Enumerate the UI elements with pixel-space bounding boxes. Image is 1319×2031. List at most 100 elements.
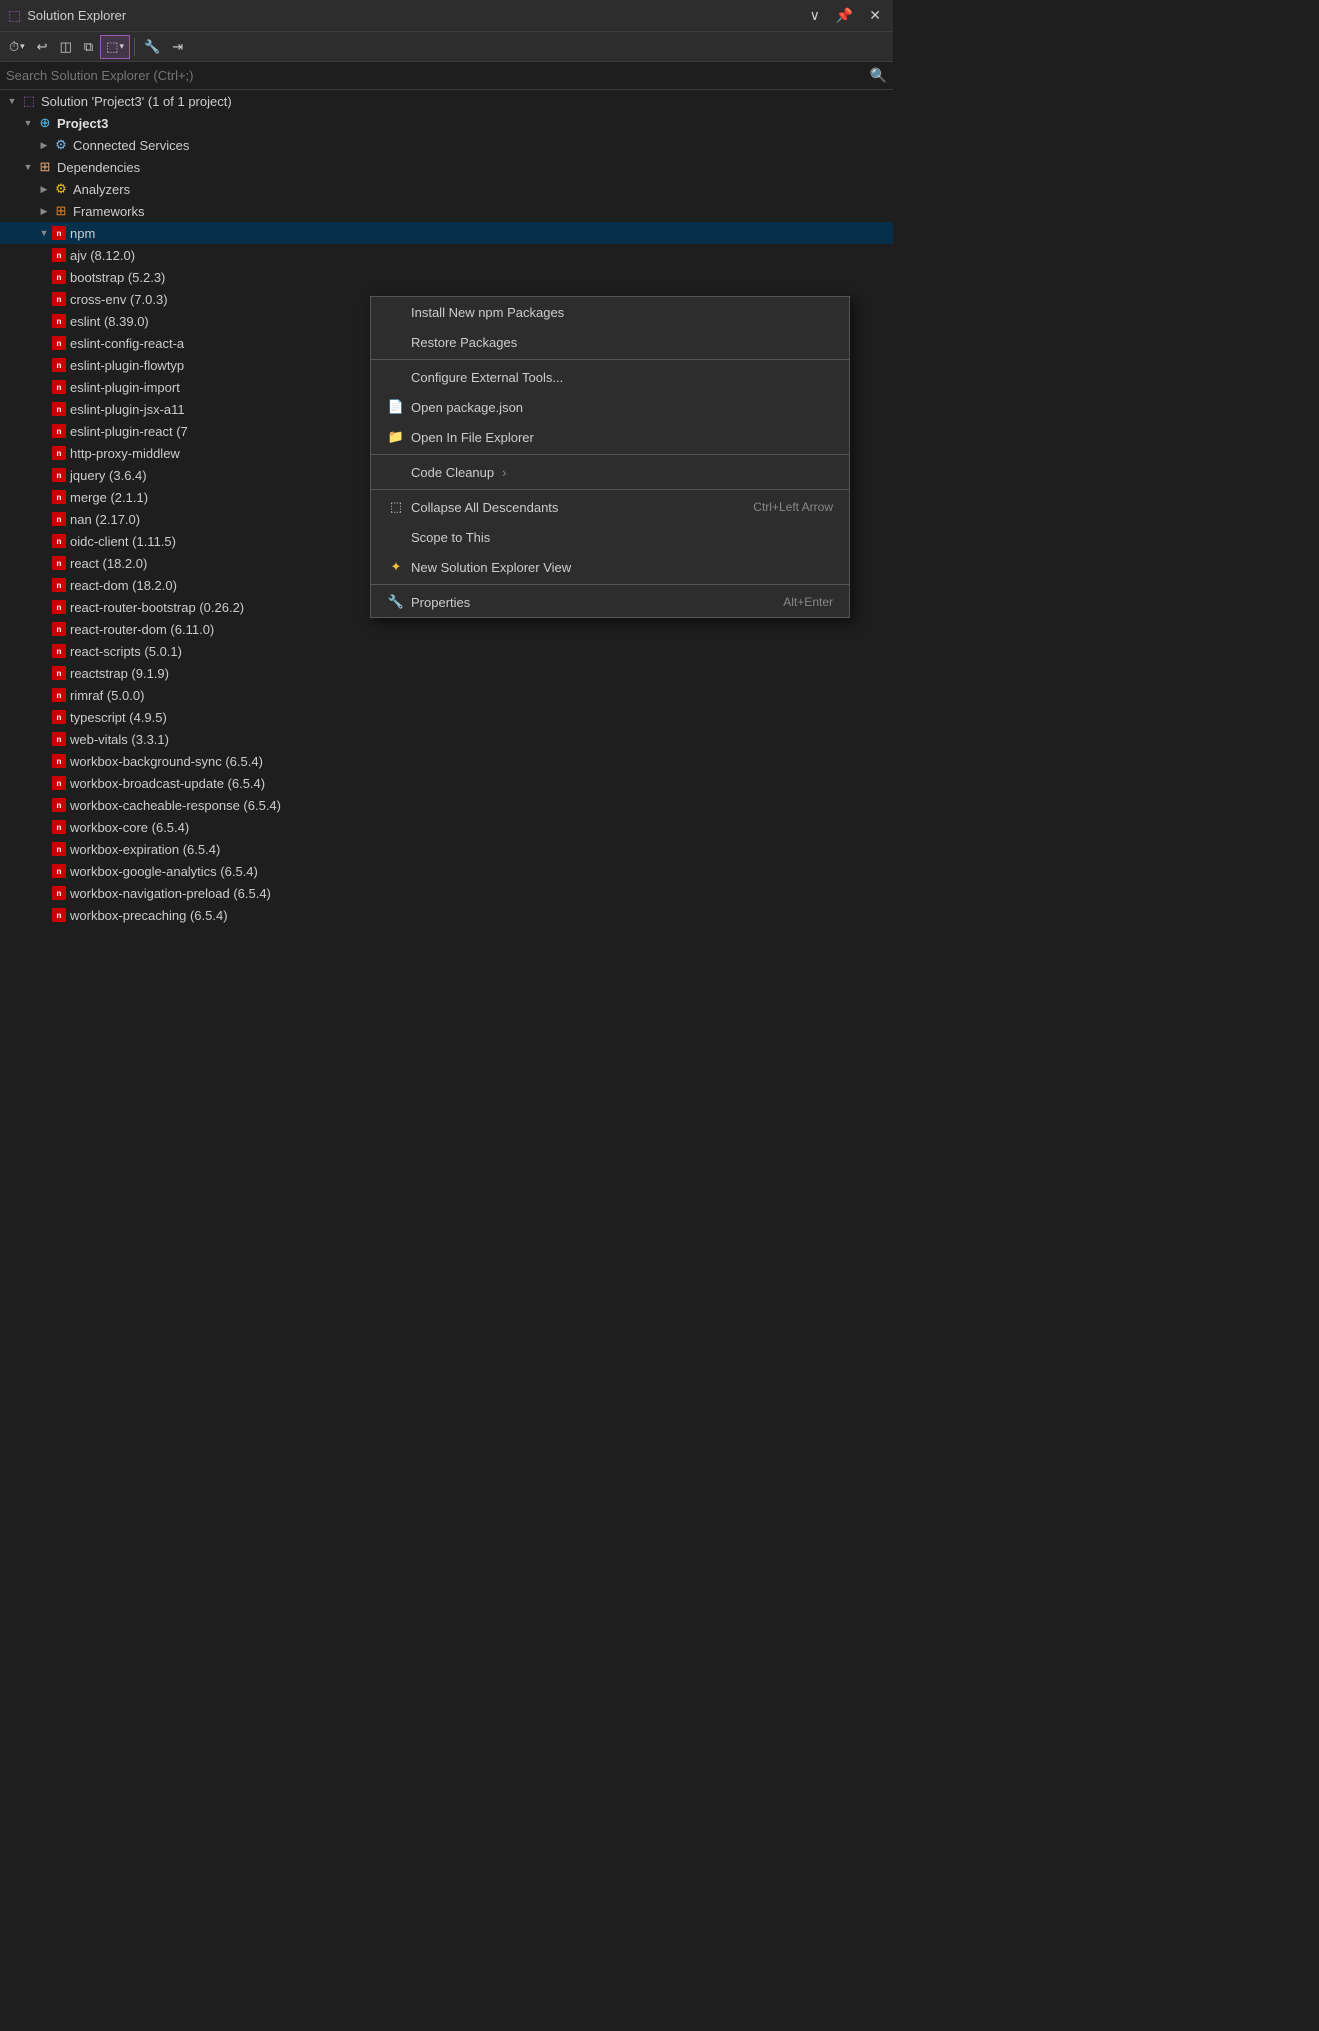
tree-area[interactable]: ▼ ⬚ Solution 'Project3' (1 of 1 project)… xyxy=(0,90,893,1370)
ctx-item-open-file-explorer[interactable]: 📁 Open In File Explorer xyxy=(371,422,849,452)
pkg-icon: n xyxy=(52,600,66,614)
package-item[interactable]: n workbox-cacheable-response (6.5.4) xyxy=(0,794,893,816)
ctx-item-open-package-json[interactable]: 📄 Open package.json xyxy=(371,392,849,422)
ctx-shortcut: Alt+Enter xyxy=(783,595,833,609)
package-item[interactable]: n workbox-broadcast-update (6.5.4) xyxy=(0,772,893,794)
search-input[interactable] xyxy=(6,68,870,83)
package-item[interactable]: n workbox-core (6.5.4) xyxy=(0,816,893,838)
search-button[interactable]: 🔍 xyxy=(870,67,887,84)
solution-item[interactable]: ▼ ⬚ Solution 'Project3' (1 of 1 project) xyxy=(0,90,893,112)
package-item[interactable]: n workbox-background-sync (6.5.4) xyxy=(0,750,893,772)
project-item[interactable]: ▼ ⊕ Project3 xyxy=(0,112,893,134)
pkg-label: eslint-plugin-import xyxy=(70,380,180,395)
ctx-label: Install New npm Packages xyxy=(411,305,564,320)
collapse-icon: ⬚ xyxy=(387,499,405,515)
back-btn[interactable]: ↩ xyxy=(32,35,53,59)
ctx-item-new-solution-explorer[interactable]: ✦ New Solution Explorer View xyxy=(371,552,849,582)
new-view-btn[interactable]: ⧉ xyxy=(79,35,98,59)
pkg-label: eslint-plugin-jsx-a11 xyxy=(70,402,185,417)
pkg-label: jquery (3.6.4) xyxy=(70,468,147,483)
pkg-icon: n xyxy=(52,864,66,878)
package-item[interactable]: n workbox-google-analytics (6.5.4) xyxy=(0,860,893,882)
ctx-separator xyxy=(371,359,849,360)
project-label: Project3 xyxy=(57,116,108,131)
back-icon: ↩ xyxy=(37,39,48,55)
pkg-label: eslint-config-react-a xyxy=(70,336,184,351)
package-item[interactable]: n workbox-navigation-preload (6.5.4) xyxy=(0,882,893,904)
package-item[interactable]: n workbox-expiration (6.5.4) xyxy=(0,838,893,860)
package-item[interactable]: n workbox-precaching (6.5.4) xyxy=(0,904,893,926)
ctx-item-properties[interactable]: 🔧 Properties Alt+Enter xyxy=(371,587,849,617)
pkg-label: workbox-core (6.5.4) xyxy=(70,820,189,835)
toolbar-separator-1 xyxy=(134,38,135,56)
pkg-label: workbox-expiration (6.5.4) xyxy=(70,842,220,857)
pkg-icon: n xyxy=(52,336,66,350)
pkg-label: workbox-navigation-preload (6.5.4) xyxy=(70,886,271,901)
pkg-icon: n xyxy=(52,512,66,526)
chevron-down-btn[interactable]: ∨ xyxy=(806,5,824,26)
connected-services-label: Connected Services xyxy=(73,138,189,153)
package-item[interactable]: n web-vitals (3.3.1) xyxy=(0,728,893,750)
ctx-shortcut: Ctrl+Left Arrow xyxy=(753,500,833,514)
pkg-icon: n xyxy=(52,666,66,680)
ctx-item-install-npm[interactable]: Install New npm Packages xyxy=(371,297,849,327)
collapse-btn[interactable]: ◫ xyxy=(55,35,77,59)
pkg-label: workbox-precaching (6.5.4) xyxy=(70,908,228,923)
pkg-label: bootstrap (5.2.3) xyxy=(70,270,165,285)
npm-label: npm xyxy=(70,226,95,241)
pkg-icon: n xyxy=(52,490,66,504)
pkg-icon: n xyxy=(52,776,66,790)
pkg-icon: n xyxy=(52,380,66,394)
connected-icon: ⚙ xyxy=(52,136,70,154)
ctx-submenu-arrow: › xyxy=(502,465,506,480)
ctx-item-code-cleanup[interactable]: Code Cleanup › xyxy=(371,457,849,487)
ctx-item-configure-tools[interactable]: Configure External Tools... xyxy=(371,362,849,392)
ctx-separator xyxy=(371,454,849,455)
pkg-icon: n xyxy=(52,710,66,724)
package-item[interactable]: n bootstrap (5.2.3) xyxy=(0,266,893,288)
package-item[interactable]: n react-scripts (5.0.1) xyxy=(0,640,893,662)
preview-btn[interactable]: ⇥ xyxy=(167,35,188,59)
new-solution-icon: ✦ xyxy=(387,559,405,575)
pkg-label: web-vitals (3.3.1) xyxy=(70,732,169,747)
ctx-item-collapse-all[interactable]: ⬚ Collapse All Descendants Ctrl+Left Arr… xyxy=(371,492,849,522)
frameworks-expand-icon: ▶ xyxy=(36,203,52,219)
toolbar: ⏱ ▾ ↩ ◫ ⧉ ⬚ ▾ 🔧 ⇥ xyxy=(0,32,893,62)
connected-services-item[interactable]: ▶ ⚙ Connected Services xyxy=(0,134,893,156)
preview-icon: ⇥ xyxy=(172,39,183,55)
sync-btn[interactable]: ⏱ ▾ xyxy=(4,35,30,59)
title-bar-text: Solution Explorer xyxy=(27,8,126,23)
analyzers-item[interactable]: ▶ ⚙ Analyzers xyxy=(0,178,893,200)
package-item[interactable]: n rimraf (5.0.0) xyxy=(0,684,893,706)
dependencies-label: Dependencies xyxy=(57,160,140,175)
package-item[interactable]: n reactstrap (9.1.9) xyxy=(0,662,893,684)
frameworks-item[interactable]: ▶ ⊞ Frameworks xyxy=(0,200,893,222)
solution-icon: ⬚ xyxy=(20,92,38,110)
show-all-files-btn[interactable]: ⬚ ▾ xyxy=(100,35,130,59)
pkg-label: workbox-google-analytics (6.5.4) xyxy=(70,864,258,879)
npm-item[interactable]: ▼ n npm xyxy=(0,222,893,244)
close-btn[interactable]: ✕ xyxy=(865,5,885,26)
connected-expand-icon: ▶ xyxy=(36,137,52,153)
ctx-item-restore-packages[interactable]: Restore Packages xyxy=(371,327,849,357)
properties-wrench-icon: 🔧 xyxy=(387,594,405,610)
pkg-label: react-dom (18.2.0) xyxy=(70,578,177,593)
pkg-label: react-router-dom (6.11.0) xyxy=(70,622,214,637)
package-item[interactable]: n ajv (8.12.0) xyxy=(0,244,893,266)
ctx-item-scope-to-this[interactable]: Scope to This xyxy=(371,522,849,552)
pkg-label: eslint (8.39.0) xyxy=(70,314,149,329)
new-view-icon: ⧉ xyxy=(84,39,93,55)
ctx-label: Open In File Explorer xyxy=(411,430,534,445)
package-json-icon: 📄 xyxy=(387,399,405,415)
pkg-icon: n xyxy=(52,270,66,284)
package-item[interactable]: n react-router-dom (6.11.0) xyxy=(0,618,893,640)
pkg-label: workbox-background-sync (6.5.4) xyxy=(70,754,263,769)
ctx-label: Properties xyxy=(411,595,470,610)
properties-btn[interactable]: 🔧 xyxy=(139,35,165,59)
ctx-label: Code Cleanup xyxy=(411,465,494,480)
pin-btn[interactable]: 📌 xyxy=(832,5,857,26)
package-item[interactable]: n typescript (4.9.5) xyxy=(0,706,893,728)
pkg-icon: n xyxy=(52,402,66,416)
pkg-label: workbox-cacheable-response (6.5.4) xyxy=(70,798,281,813)
dependencies-item[interactable]: ▼ ⊞ Dependencies xyxy=(0,156,893,178)
